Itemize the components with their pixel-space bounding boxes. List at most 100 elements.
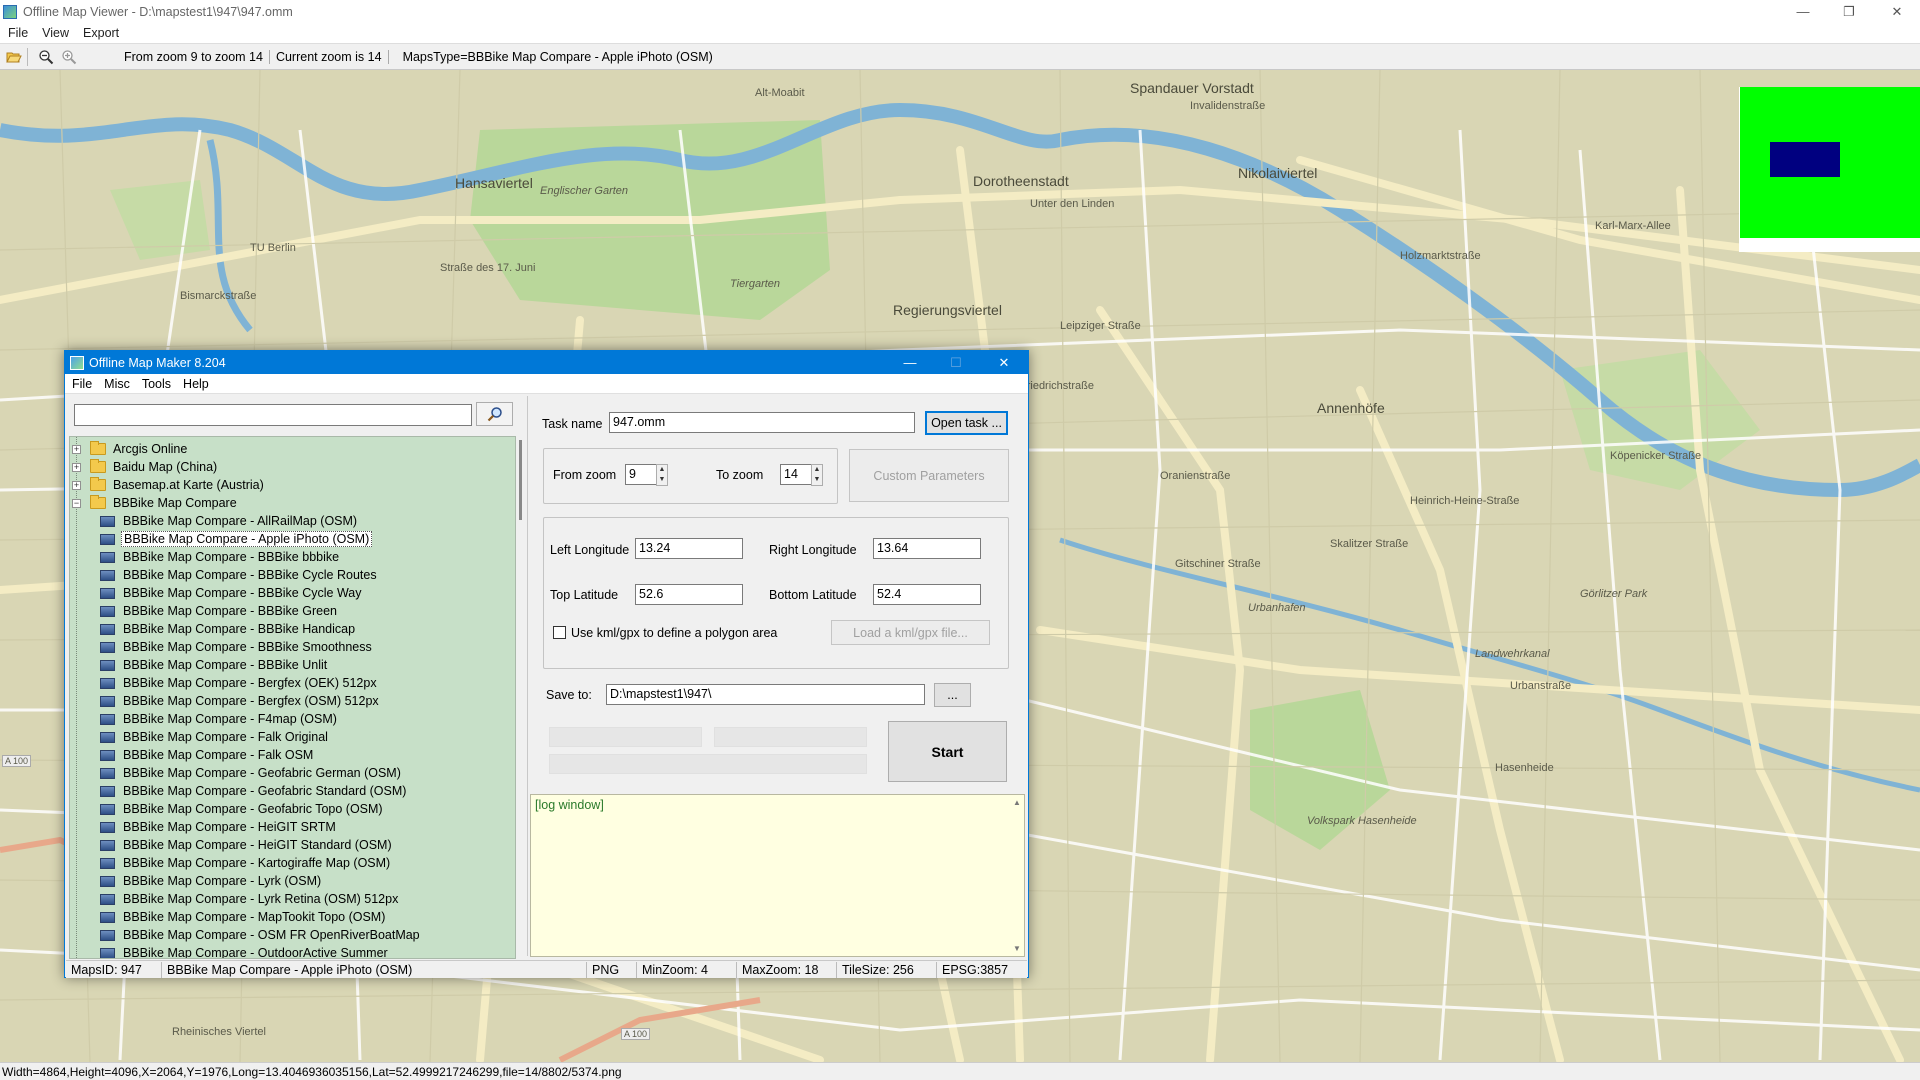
tree-item[interactable]: BBBike Map Compare - BBBike Green: [70, 602, 339, 620]
scroll-up-icon[interactable]: ▲: [1013, 798, 1021, 807]
tree-item[interactable]: BBBike Map Compare - BBBike Smoothness: [70, 638, 374, 656]
map-source-tree[interactable]: + Arcgis Online + Baidu Map (China) + Basemap…: [69, 436, 516, 959]
status-max-zoom: MaxZoom: 18: [737, 961, 837, 978]
browse-button[interactable]: ...: [934, 683, 971, 707]
toolbar: From zoom 9 to zoom 14 Current zoom is 1…: [0, 43, 1920, 70]
tree-item[interactable]: BBBike Map Compare - Bergfex (OSM) 512px: [70, 692, 381, 710]
tree-item[interactable]: BBBike Map Compare - Lyrk Retina (OSM) 5…: [70, 890, 400, 908]
tree-item[interactable]: BBBike Map Compare - MapTookit Topo (OSM…: [70, 908, 387, 926]
tree-scrollbar[interactable]: [517, 436, 523, 959]
tree-item[interactable]: BBBike Map Compare - BBBike Cycle Routes: [70, 566, 379, 584]
menu-export[interactable]: Export: [83, 26, 119, 40]
tree-item[interactable]: BBBike Map Compare - HeiGIT SRTM: [70, 818, 338, 836]
tree-item[interactable]: BBBike Map Compare - Bergfex (OEK) 512px: [70, 674, 379, 692]
tree-item-label: BBBike Map Compare - Falk OSM: [123, 748, 314, 762]
map-label: Invalidenstraße: [1190, 100, 1266, 112]
load-kml-button[interactable]: Load a kml/gpx file...: [831, 620, 990, 645]
tree-item[interactable]: BBBike Map Compare - Geofabric German (O…: [70, 764, 403, 782]
tree-folder[interactable]: + Arcgis Online: [70, 440, 189, 458]
log-window[interactable]: [log window] ▲ ▼: [530, 794, 1025, 957]
dialog-menu-file[interactable]: File: [72, 377, 92, 391]
tree-folder[interactable]: + Baidu Map (China): [70, 458, 219, 476]
tree-item-label: BBBike Map Compare - HeiGIT Standard (OS…: [123, 838, 392, 852]
dialog-minimize-button[interactable]: —: [887, 351, 933, 374]
dialog-menu-help[interactable]: Help: [183, 377, 209, 391]
left-longitude-input[interactable]: 13.24: [635, 538, 743, 559]
to-zoom-spinner[interactable]: ▲ ▼: [811, 464, 823, 486]
tree-item[interactable]: BBBike Map Compare - BBBike bbbike: [70, 548, 341, 566]
spin-up-icon[interactable]: ▲: [657, 465, 667, 475]
tree-item[interactable]: BBBike Map Compare - Falk Original: [70, 728, 330, 746]
expand-icon[interactable]: +: [72, 444, 81, 454]
close-button[interactable]: ✕: [1874, 0, 1920, 23]
right-longitude-input[interactable]: 13.64: [873, 538, 981, 559]
tree-item[interactable]: BBBike Map Compare - BBBike Cycle Way: [70, 584, 364, 602]
map-label: Hansaviertel: [455, 175, 533, 191]
tree-item[interactable]: BBBike Map Compare - BBBike Unlit: [70, 656, 329, 674]
open-task-button[interactable]: Open task ...: [925, 411, 1008, 435]
map-tile-icon: [100, 569, 115, 581]
menu-view[interactable]: View: [42, 26, 69, 40]
dialog-menu-tools[interactable]: Tools: [142, 377, 171, 391]
tree-item[interactable]: BBBike Map Compare - Kartogiraffe Map (O…: [70, 854, 392, 872]
tree-folder[interactable]: + Basemap.at Karte (Austria): [70, 476, 266, 494]
tree-item[interactable]: BBBike Map Compare - Geofabric Topo (OSM…: [70, 800, 385, 818]
start-button[interactable]: Start: [888, 721, 1007, 782]
open-folder-icon[interactable]: [4, 47, 23, 66]
tree-item[interactable]: BBBike Map Compare - HeiGIT Standard (OS…: [70, 836, 394, 854]
save-to-input[interactable]: D:\mapstest1\947\: [606, 684, 925, 705]
map-search-input[interactable]: [74, 404, 472, 426]
maximize-button[interactable]: ❐: [1826, 0, 1872, 23]
expand-icon[interactable]: +: [72, 462, 81, 472]
dialog-menu-misc[interactable]: Misc: [104, 377, 130, 391]
zoom-in-icon[interactable]: [59, 47, 78, 66]
zoom-out-icon[interactable]: [36, 47, 55, 66]
tree-folder[interactable]: − BBBike Map Compare: [70, 494, 239, 512]
search-button[interactable]: [476, 402, 513, 426]
expand-icon[interactable]: +: [72, 480, 81, 490]
bottom-latitude-input[interactable]: 52.4: [873, 584, 981, 605]
from-zoom-spinner[interactable]: ▲ ▼: [656, 464, 668, 486]
minimap-viewport-indicator[interactable]: [1770, 142, 1840, 177]
dialog-close-button[interactable]: ✕: [981, 351, 1027, 374]
top-latitude-input[interactable]: 52.6: [635, 584, 743, 605]
spin-down-icon[interactable]: ▼: [657, 475, 667, 485]
from-zoom-label: From zoom: [553, 468, 617, 482]
map-label: Köpenicker Straße: [1610, 450, 1702, 462]
spin-up-icon[interactable]: ▲: [812, 465, 822, 475]
custom-parameters-button[interactable]: Custom Parameters: [849, 449, 1009, 502]
from-zoom-input[interactable]: 9: [625, 464, 657, 485]
tree-item[interactable]: BBBike Map Compare - AllRailMap (OSM): [70, 512, 359, 530]
tree-item[interactable]: BBBike Map Compare - OSM FR OpenRiverBoa…: [70, 926, 422, 944]
tree-item[interactable]: BBBike Map Compare - Apple iPhoto (OSM): [70, 530, 373, 548]
spin-down-icon[interactable]: ▼: [812, 475, 822, 485]
minimize-button[interactable]: —: [1780, 0, 1826, 23]
menu-file[interactable]: File: [8, 26, 28, 40]
scroll-down-icon[interactable]: ▼: [1013, 944, 1021, 953]
map-tile-icon: [100, 893, 115, 905]
map-tile-icon: [100, 749, 115, 761]
tree-item-label: BBBike Map Compare - BBBike Smoothness: [123, 640, 372, 654]
tree-item-label: BBBike Map Compare - AllRailMap (OSM): [123, 514, 358, 528]
tree-item[interactable]: BBBike Map Compare - Lyrk (OSM): [70, 872, 323, 890]
tree-item[interactable]: BBBike Map Compare - Falk OSM: [70, 746, 315, 764]
tree-item[interactable]: BBBike Map Compare - F4map (OSM): [70, 710, 339, 728]
to-zoom-input[interactable]: 14: [780, 464, 812, 485]
panel-splitter[interactable]: [527, 396, 528, 956]
task-name-input[interactable]: 947.omm: [609, 412, 915, 433]
map-label: Landwehrkanal: [1475, 648, 1550, 660]
offline-map-viewer-window: Offline Map Viewer - D:\mapstest1\947\94…: [0, 0, 1920, 1080]
tree-item-label: BBBike Map Compare - Lyrk Retina (OSM) 5…: [123, 892, 399, 906]
app-icon: [3, 4, 17, 19]
log-scrollbar[interactable]: ▲ ▼: [1010, 795, 1024, 956]
kml-polygon-checkbox[interactable]: [553, 626, 566, 639]
tree-item[interactable]: BBBike Map Compare - OutdoorActive Summe…: [70, 944, 390, 958]
tree-item-label: BBBike Map Compare - BBBike Green: [123, 604, 337, 618]
left-longitude-label: Left Longitude: [550, 543, 630, 557]
tree-item[interactable]: BBBike Map Compare - Geofabric Standard …: [70, 782, 408, 800]
tree-item[interactable]: BBBike Map Compare - BBBike Handicap: [70, 620, 357, 638]
map-label: Alt-Moabit: [755, 87, 805, 99]
map-tile-icon: [100, 875, 115, 887]
collapse-icon[interactable]: −: [72, 498, 81, 508]
overview-minimap[interactable]: [1739, 87, 1920, 252]
